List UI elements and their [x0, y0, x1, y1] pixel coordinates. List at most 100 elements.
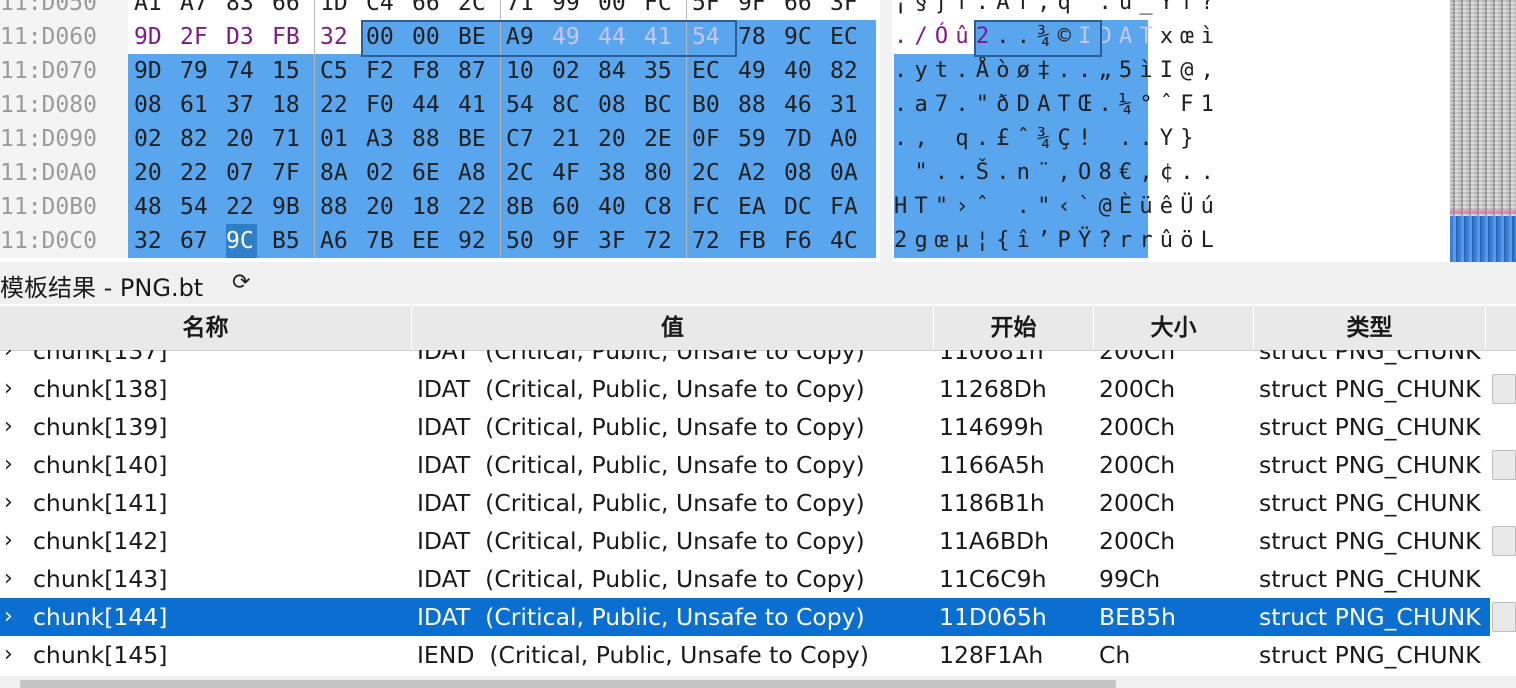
hex-byte[interactable]: 66: [272, 0, 303, 20]
hex-byte[interactable]: 99: [552, 0, 583, 20]
hex-byte[interactable]: F8: [412, 54, 443, 88]
hex-byte[interactable]: FC: [644, 0, 675, 20]
hex-byte[interactable]: D3: [226, 20, 257, 54]
hex-byte[interactable]: 22: [226, 190, 257, 224]
hex-byte[interactable]: 44: [598, 20, 629, 54]
hex-byte[interactable]: 00: [366, 20, 397, 54]
hex-byte[interactable]: BE: [458, 20, 489, 54]
hex-byte[interactable]: 66: [784, 0, 815, 20]
table-row[interactable]: › chunk[138] IDAT (Critical, Public, Unsaf…: [0, 370, 1490, 408]
hex-byte[interactable]: 84: [598, 54, 629, 88]
chevron-right-icon[interactable]: ›: [4, 598, 22, 636]
hex-byte[interactable]: A0: [830, 122, 861, 156]
row-side-button[interactable]: [1492, 374, 1516, 404]
hex-byte[interactable]: 46: [784, 88, 815, 122]
hex-byte[interactable]: 15: [272, 54, 303, 88]
hex-byte[interactable]: 2C: [506, 156, 537, 190]
hex-byte[interactable]: 22: [320, 88, 351, 122]
column-header-name[interactable]: 名称: [0, 306, 412, 350]
hex-byte[interactable]: C8: [644, 190, 675, 224]
hex-byte[interactable]: 1D: [320, 0, 351, 20]
hex-byte[interactable]: 00: [412, 20, 443, 54]
row-side-button[interactable]: [1492, 450, 1516, 480]
hex-byte[interactable]: 10: [506, 54, 537, 88]
hex-byte[interactable]: 50: [506, 224, 537, 258]
hex-byte[interactable]: A1: [134, 0, 165, 20]
hex-byte[interactable]: C5: [320, 54, 351, 88]
table-row[interactable]: › chunk[139] IDAT (Critical, Public, Unsaf…: [0, 408, 1490, 446]
chevron-right-icon[interactable]: ›: [4, 522, 22, 560]
hex-byte[interactable]: F6: [784, 224, 815, 258]
table-row[interactable]: › chunk[140] IDAT (Critical, Public, Unsaf…: [0, 446, 1490, 484]
hex-byte[interactable]: 6E: [412, 156, 443, 190]
hex-byte[interactable]: 83: [226, 0, 257, 20]
hex-byte[interactable]: 08: [134, 88, 165, 122]
hex-byte[interactable]: 9C: [784, 20, 815, 54]
hex-byte[interactable]: 7B: [366, 224, 397, 258]
hex-byte[interactable]: C7: [506, 122, 537, 156]
hex-byte[interactable]: 18: [412, 190, 443, 224]
hex-byte[interactable]: 9B: [272, 190, 303, 224]
ascii-text[interactable]: ¡§ƒf.Äf,q™.ü_Ÿf?: [894, 0, 1221, 20]
chevron-right-icon[interactable]: ›: [4, 636, 22, 674]
hex-byte[interactable]: 88: [320, 190, 351, 224]
hex-byte[interactable]: 74: [226, 54, 257, 88]
hex-byte[interactable]: 79: [180, 54, 211, 88]
hex-byte[interactable]: 2C: [692, 156, 723, 190]
hex-byte[interactable]: 3F: [598, 224, 629, 258]
hex-byte[interactable]: 49: [552, 20, 583, 54]
hex-byte[interactable]: 41: [644, 20, 675, 54]
ascii-text[interactable]: "..Š.n¨,O8€,¢..: [894, 156, 1221, 190]
hex-byte[interactable]: 9F: [552, 224, 583, 258]
hex-byte[interactable]: 87: [458, 54, 489, 88]
chevron-right-icon[interactable]: ›: [4, 370, 22, 408]
hex-byte[interactable]: 20: [598, 122, 629, 156]
hex-byte[interactable]: 0A: [830, 156, 861, 190]
ascii-text[interactable]: HT"›ˆ ."‹`@ÈüêÜú: [894, 190, 1221, 224]
hex-byte[interactable]: 18: [272, 88, 303, 122]
hex-byte[interactable]: 31: [830, 88, 861, 122]
hex-byte[interactable]: 22: [180, 156, 211, 190]
hex-byte[interactable]: 08: [784, 156, 815, 190]
hex-byte[interactable]: 00: [598, 0, 629, 20]
hex-byte[interactable]: 92: [458, 224, 489, 258]
hex-byte[interactable]: 60: [552, 190, 583, 224]
hex-byte[interactable]: 82: [180, 122, 211, 156]
column-header-start[interactable]: 开始: [934, 306, 1094, 350]
hex-byte[interactable]: 54: [180, 190, 211, 224]
hex-byte[interactable]: 2C: [458, 0, 489, 20]
hex-byte[interactable]: 01: [320, 122, 351, 156]
hex-byte[interactable]: 02: [552, 54, 583, 88]
row-side-button[interactable]: [1492, 526, 1516, 556]
hex-byte[interactable]: 0F: [692, 122, 723, 156]
hex-byte[interactable]: 37: [226, 88, 257, 122]
chevron-right-icon[interactable]: ›: [4, 446, 22, 484]
hex-byte[interactable]: 71: [272, 122, 303, 156]
hex-byte[interactable]: 22: [458, 190, 489, 224]
hex-byte[interactable]: 4F: [552, 156, 583, 190]
hex-byte[interactable]: 21: [552, 122, 583, 156]
row-side-button[interactable]: [1492, 602, 1516, 632]
hex-byte[interactable]: 8C: [552, 88, 583, 122]
hex-byte[interactable]: 7F: [272, 156, 303, 190]
ascii-text[interactable]: .a7."ðDATŒ.¼°ˆF1: [894, 88, 1221, 122]
ascii-text[interactable]: 2gœµ¦{î’PŸ?rrûöL: [894, 224, 1221, 258]
hex-byte[interactable]: 9D: [134, 20, 165, 54]
hex-byte[interactable]: 61: [180, 88, 211, 122]
table-row[interactable]: › chunk[145] IEND (Critical, Public, Unsaf…: [0, 636, 1490, 674]
refresh-icon[interactable]: ⟳: [232, 270, 250, 295]
table-row[interactable]: › chunk[141] IDAT (Critical, Public, Unsaf…: [0, 484, 1490, 522]
hex-byte[interactable]: 32: [134, 224, 165, 258]
table-row[interactable]: › chunk[144] IDAT (Critical, Public, Unsaf…: [0, 598, 1490, 636]
hex-byte[interactable]: 7D: [784, 122, 815, 156]
hex-byte[interactable]: FA: [830, 190, 861, 224]
hex-byte[interactable]: EC: [692, 54, 723, 88]
chevron-right-icon[interactable]: ›: [4, 408, 22, 446]
hex-byte[interactable]: 8B: [506, 190, 537, 224]
hex-byte[interactable]: F0: [366, 88, 397, 122]
hex-byte[interactable]: 66: [412, 0, 443, 20]
ascii-text[interactable]: .‚ q.£ˆ¾Ç! ..Y}: [894, 122, 1221, 156]
hex-byte[interactable]: 20: [366, 190, 397, 224]
hex-byte[interactable]: 72: [644, 224, 675, 258]
hex-byte[interactable]: 80: [644, 156, 675, 190]
